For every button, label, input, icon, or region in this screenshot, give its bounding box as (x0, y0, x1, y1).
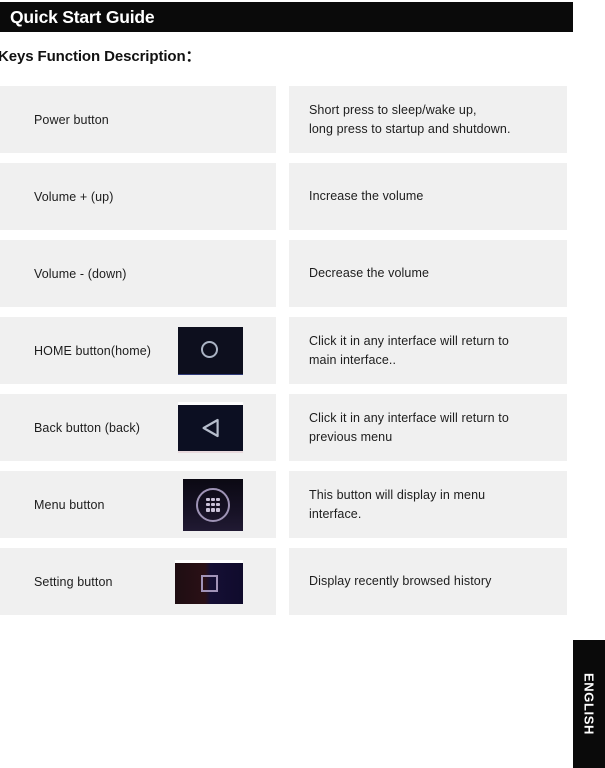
back-triangle-icon (178, 402, 243, 453)
menu-dot (206, 497, 210, 502)
key-description: Display recently browsed history (309, 574, 492, 589)
menu-dot (216, 497, 220, 502)
key-label: Volume - (down) (34, 266, 127, 281)
home-circle-icon (178, 326, 243, 375)
key-name-cell: Volume + (up) (0, 163, 276, 230)
section-heading: Keys Function Description： (0, 48, 201, 65)
key-description: This button will display in menu interfa… (309, 488, 486, 521)
menu-grid-glyph (196, 487, 230, 522)
menu-dot (206, 502, 210, 507)
menu-dot (211, 507, 215, 512)
key-description: Click it in any interface will return to… (309, 411, 509, 444)
key-description-cell: Short press to sleep/wake up, long press… (289, 86, 567, 153)
key-label: Back button (back) (34, 420, 141, 435)
menu-dot (211, 502, 215, 507)
table-row: HOME button(home) Click it in any interf… (0, 317, 567, 384)
setting-square-icon (175, 559, 243, 604)
table-row: Volume - (down) Decrease the volume (0, 240, 567, 307)
keys-function-table: Power button Short press to sleep/wake u… (0, 86, 567, 625)
key-label: Volume + (up) (34, 189, 114, 204)
key-description-cell: Display recently browsed history (289, 548, 567, 615)
header-bar: Quick Start Guide (0, 2, 573, 32)
key-label: Power button (34, 112, 109, 127)
menu-grid-icon (183, 478, 243, 531)
menu-dot (216, 502, 220, 507)
key-name-cell: Volume - (down) (0, 240, 276, 307)
key-description: Click it in any interface will return to… (309, 334, 509, 367)
table-row: Setting button Display recently browsed … (0, 548, 567, 615)
key-label: Menu button (34, 497, 105, 512)
key-description-cell: Click it in any interface will return to… (289, 317, 567, 384)
key-description: Increase the volume (309, 189, 424, 204)
key-name-cell: HOME button(home) (0, 317, 276, 384)
key-name-cell: Back button (back) (0, 394, 276, 461)
key-name-cell: Setting button (0, 548, 276, 615)
key-description-cell: This button will display in menu interfa… (289, 471, 567, 538)
key-description-cell: Click it in any interface will return to… (289, 394, 567, 461)
table-row: Volume + (up) Increase the volume (0, 163, 567, 230)
menu-dot (216, 507, 220, 512)
key-name-cell: Power button (0, 86, 276, 153)
table-row: Menu button This button will display in … (0, 471, 567, 538)
table-row: Back button (back) Click it in any inter… (0, 394, 567, 461)
language-tab-label: ENGLISH (581, 673, 597, 735)
key-name-cell: Menu button (0, 471, 276, 538)
key-description-cell: Increase the volume (289, 163, 567, 230)
menu-dot (206, 507, 210, 512)
key-label: HOME button(home) (34, 343, 152, 358)
key-label: Setting button (34, 574, 113, 589)
key-description: Decrease the volume (309, 266, 430, 281)
back-triangle-glyph (202, 418, 219, 438)
key-description-cell: Decrease the volume (289, 240, 567, 307)
key-description: Short press to sleep/wake up, long press… (309, 103, 511, 136)
table-row: Power button Short press to sleep/wake u… (0, 86, 567, 153)
menu-dot (211, 497, 215, 502)
page-title: Quick Start Guide (10, 6, 155, 27)
language-tab-english[interactable]: ENGLISH (573, 640, 605, 768)
